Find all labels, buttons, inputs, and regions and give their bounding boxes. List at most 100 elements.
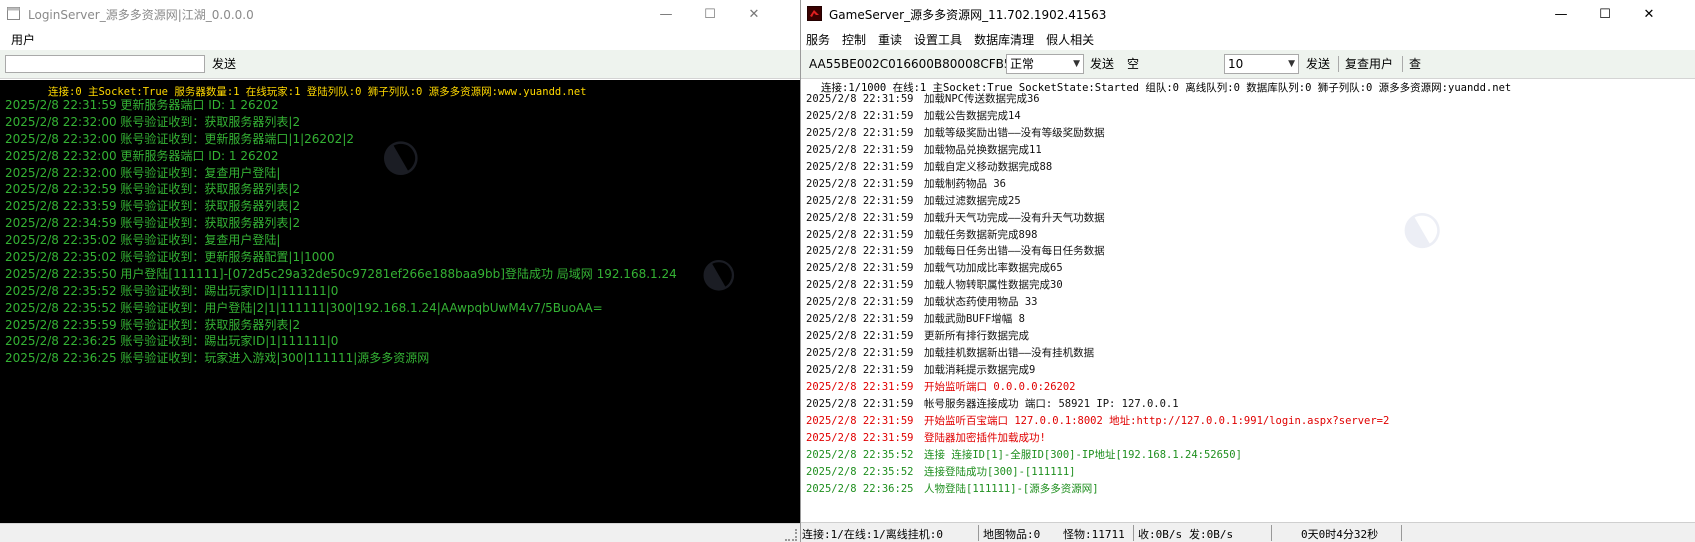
right-toolbar: AA55BE002C016600B80008CFB5C 正常 ▼ 发送 空 10… — [801, 50, 1695, 79]
right-log-panel[interactable]: 2025/2/8 22:31:59 加载NPC传送数据完成36 2025/2/8 2… — [806, 91, 1686, 499]
log-line: 2025/2/8 22:31:59 开始监听端口 0.0.0.0:26202 — [806, 379, 1686, 396]
log-line: 2025/2/8 22:35:52 账号验证收到：用户登陆|2|1|111111… — [5, 300, 603, 315]
log-timestamp: 2025/2/8 22:31:59 — [806, 93, 914, 105]
check-user-button[interactable]: 复查用户 — [1345, 55, 1393, 73]
maximize-button[interactable]: ☐ — [1583, 0, 1627, 28]
log-line: 2025/2/8 22:31:59 加载NPC传送数据完成36 — [806, 91, 1686, 108]
log-line: 2025/2/8 22:31:59 加载任务数据新完成898 — [806, 227, 1686, 244]
log-line: 2025/2/8 22:35:02 账号验证收到：更新服务器配置|1|1000 — [5, 250, 335, 265]
log-message: 加载自定义移动数据完成88 — [924, 160, 1053, 173]
menu-bot-related[interactable]: 假人相关 — [1040, 31, 1100, 48]
resize-grip-icon[interactable] — [785, 529, 797, 541]
log-timestamp: 2025/2/8 22:31:59 — [806, 228, 914, 241]
close-button[interactable]: ✕ — [1627, 0, 1671, 28]
minimize-button[interactable]: — — [644, 0, 688, 28]
log-line: 2025/2/8 22:35:52 连接 连接ID[1]-全服ID[300]-IP… — [806, 447, 1686, 464]
toolbar-divider — [1402, 56, 1403, 72]
menu-db-cleanup[interactable]: 数据库清理 — [968, 31, 1040, 48]
log-line: 2025/2/8 22:31:59 加载每日任务出错——没有每日任务数据 — [806, 243, 1686, 260]
status-connections: 连接:1/在线:1/离线挂机:0 — [802, 528, 943, 541]
log-timestamp: 2025/2/8 22:31:59 — [806, 414, 914, 427]
log-line: 2025/2/8 22:35:02 账号验证收到：复查用户登陆| — [5, 233, 281, 248]
minimize-button[interactable]: — — [1539, 0, 1583, 28]
log-message: 加载挂机数据新出错——没有挂机数据 — [924, 347, 1095, 360]
command-input[interactable] — [5, 55, 205, 73]
log-line: 2025/2/8 22:36:25 账号验证收到：踢出玩家ID|1|111111… — [5, 334, 339, 349]
log-timestamp: 2025/2/8 22:31:59 — [806, 397, 914, 410]
count-select[interactable]: 10 ▼ — [1224, 54, 1299, 74]
right-menu-bar: 服务 控制 重读 设置工具 数据库清理 假人相关 — [801, 28, 1695, 50]
log-line: 2025/2/8 22:32:00 账号验证收到：更新服务器端口|1|26202… — [5, 131, 354, 146]
log-line: 2025/2/8 22:31:59 帐号服务器连接成功 端口: 58921 IP:… — [806, 396, 1686, 413]
log-line: 2025/2/8 22:31:59 更新所有排行数据完成 — [806, 328, 1686, 345]
right-window-title: GameServer_源多多资源网_11.702.1902.41563 — [829, 8, 1107, 22]
log-line: 2025/2/8 22:32:00 更新服务器端口 ID: 1 26202 — [5, 148, 279, 163]
log-line: 2025/2/8 22:35:52 连接登陆成功[300]-[111111] — [806, 464, 1686, 481]
status-bar: 连接:1/在线:1/离线挂机:0 地图物品:0 怪物:11711 收:0B/s … — [801, 522, 1695, 542]
log-message: 加载制药物品 36 — [924, 177, 1006, 190]
log-line: 2025/2/8 22:35:59 账号验证收到：获取服务器列表|2 — [5, 317, 301, 332]
send-button[interactable]: 发送 — [212, 55, 236, 73]
packet-id-input[interactable]: AA55BE002C016600B80008CFB5C — [806, 55, 1006, 73]
menu-service[interactable]: 服务 — [801, 31, 836, 48]
send-button-2[interactable]: 发送 — [1306, 55, 1330, 73]
log-message: 帐号服务器连接成功 端口: 58921 IP: 127.0.0.1 — [924, 397, 1179, 410]
log-timestamp: 2025/2/8 22:31:59 — [806, 160, 914, 173]
menu-user[interactable]: 用户 — [0, 31, 41, 48]
horizontal-scrollbar[interactable] — [0, 523, 800, 542]
log-line: 2025/2/8 22:36:25 账号验证收到：玩家进入游戏|300|1111… — [5, 351, 430, 366]
log-line: 2025/2/8 22:31:59 加载挂机数据新出错——没有挂机数据 — [806, 345, 1686, 362]
log-line: 2025/2/8 22:31:59 登陆器加密插件加载成功! — [806, 430, 1686, 447]
log-timestamp: 2025/2/8 22:31:59 — [806, 313, 914, 326]
log-timestamp: 2025/2/8 22:31:59 — [806, 194, 914, 207]
chevron-down-icon: ▼ — [1288, 59, 1295, 69]
log-timestamp: 2025/2/8 22:31:59 — [806, 109, 914, 122]
menu-control[interactable]: 控制 — [836, 31, 872, 48]
log-message: 加载气功加成比率数据完成65 — [924, 262, 1063, 275]
log-line: 2025/2/8 22:31:59 加载人物转职属性数据完成30 — [806, 277, 1686, 294]
left-toolbar: 发送 — [0, 50, 800, 79]
log-line: 2025/2/8 22:33:59 账号验证收到：获取服务器列表|2 — [5, 199, 301, 214]
window-icon — [7, 7, 20, 20]
log-message: 人物登陆[111111]-[源多多资源网] — [924, 482, 1099, 495]
log-message: 加载NPC传送数据完成36 — [924, 93, 1040, 105]
mode-select[interactable]: 正常 ▼ — [1006, 54, 1084, 74]
query-button[interactable]: 查 — [1409, 55, 1421, 73]
maximize-button[interactable]: ☐ — [688, 0, 732, 28]
log-line: 2025/2/8 22:31:59 加载升天气功完成——没有升天气功数据 — [806, 210, 1686, 227]
log-line: 2025/2/8 22:31:59 加载过滤数据完成25 — [806, 193, 1686, 210]
close-button[interactable]: ✕ — [732, 0, 776, 28]
left-menu-bar: 用户 — [0, 28, 800, 50]
status-divider — [1133, 525, 1134, 541]
right-title-bar[interactable]: GameServer_源多多资源网_11.702.1902.41563 — ☐ … — [801, 0, 1695, 28]
status-recv: 收:0B/s — [1138, 528, 1183, 541]
log-timestamp: 2025/2/8 22:31:59 — [806, 347, 914, 360]
log-timestamp: 2025/2/8 22:31:59 — [806, 245, 914, 258]
log-timestamp: 2025/2/8 22:35:52 — [806, 465, 914, 478]
log-message: 加载状态药使用物品 33 — [924, 296, 1038, 309]
left-title-bar[interactable]: LoginServer_源多多资源网|江湖_0.0.0.0 — ☐ ✕ — [0, 0, 800, 28]
log-timestamp: 2025/2/8 22:36:25 — [806, 482, 914, 495]
count-select-value: 10 — [1228, 57, 1244, 71]
status-send: 发:0B/s — [1189, 528, 1234, 541]
status-divider — [1401, 525, 1402, 541]
toolbar-divider — [1338, 56, 1339, 72]
menu-settings-tools[interactable]: 设置工具 — [908, 31, 968, 48]
game-server-window: GameServer_源多多资源网_11.702.1902.41563 — ☐ … — [801, 0, 1695, 542]
status-monsters: 怪物:11711 — [1063, 528, 1125, 541]
menu-reload[interactable]: 重读 — [872, 31, 908, 48]
status-uptime: 0天0时4分32秒 — [1301, 528, 1379, 541]
mode-select-value: 正常 — [1010, 57, 1035, 71]
log-timestamp: 2025/2/8 22:31:59 — [806, 431, 914, 444]
send-button-1[interactable]: 发送 — [1090, 55, 1114, 73]
log-message: 登陆器加密插件加载成功! — [924, 431, 1046, 444]
log-line: 2025/2/8 22:31:59 加载武勋BUFF增幅 8 — [806, 311, 1686, 328]
log-message: 更新所有排行数据完成 — [924, 330, 1029, 343]
status-map-items: 地图物品:0 — [983, 528, 1041, 541]
log-line: 2025/2/8 22:32:59 账号验证收到：获取服务器列表|2 — [5, 182, 301, 197]
log-message: 加载每日任务出错——没有每日任务数据 — [924, 245, 1105, 258]
log-timestamp: 2025/2/8 22:31:59 — [806, 330, 914, 343]
log-timestamp: 2025/2/8 22:31:59 — [806, 143, 914, 156]
message-input[interactable]: 空 — [1124, 55, 1224, 73]
log-message: 加载升天气功完成——没有升天气功数据 — [924, 211, 1105, 224]
